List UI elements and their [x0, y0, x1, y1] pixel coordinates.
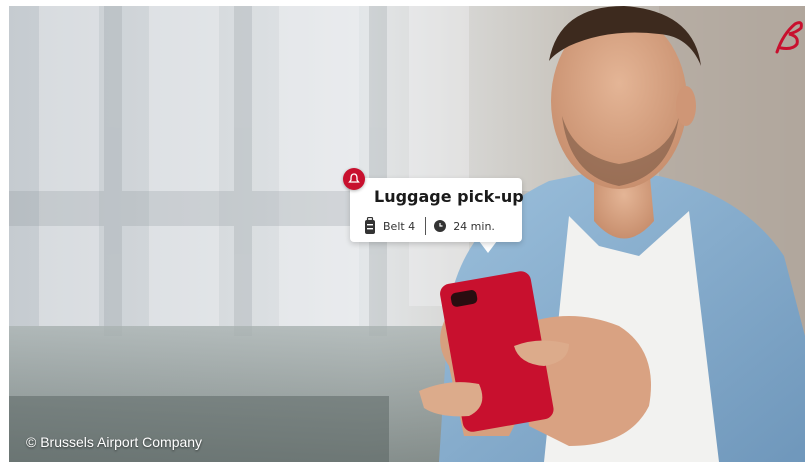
luggage-card[interactable]: Luggage pick-up Belt 4 24 min.: [350, 178, 524, 242]
time-label: 24 min.: [453, 219, 495, 233]
alert-pin-icon: [343, 168, 365, 190]
brand-logo-icon: [775, 21, 803, 54]
card-title: Luggage pick-up: [374, 187, 524, 206]
copyright-text: © Brussels Airport Company: [26, 434, 203, 450]
photo-frame: Luggage pick-up Belt 4 24 min. © Brussel…: [9, 6, 805, 462]
belt-label: Belt 4: [383, 219, 416, 233]
suitcase-icon: [365, 217, 375, 234]
card-details: Belt 4 24 min.: [364, 216, 495, 236]
clock-icon: [434, 220, 447, 232]
divider: [425, 217, 427, 235]
card-pointer: [479, 241, 497, 253]
